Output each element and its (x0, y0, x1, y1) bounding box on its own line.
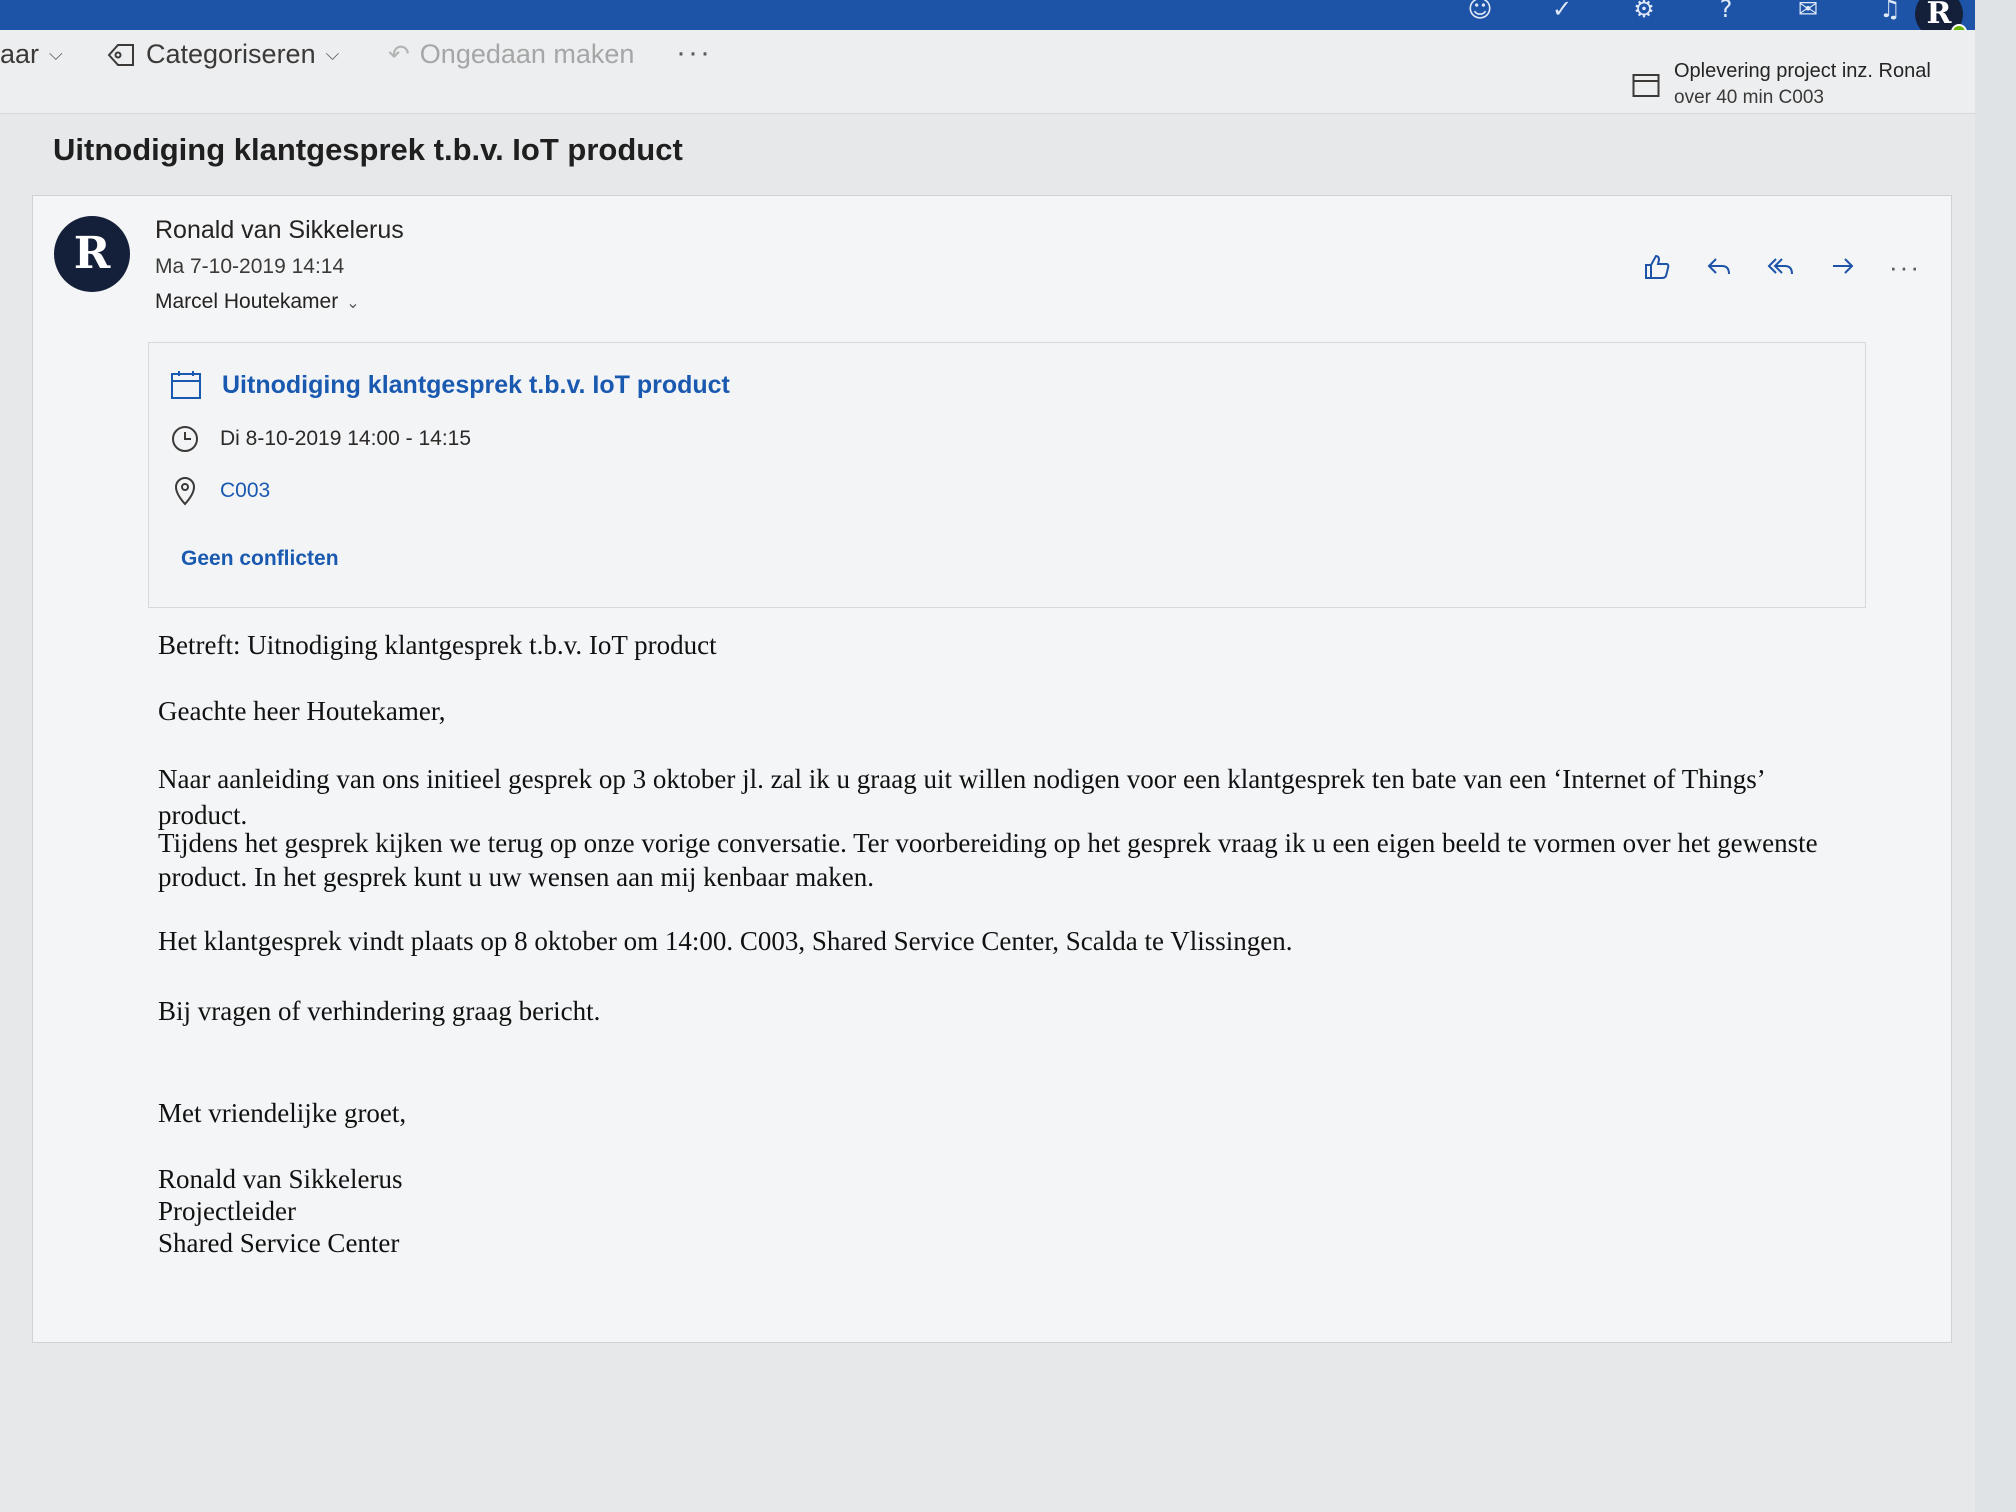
settings-icon[interactable]: ⚙ (1629, 0, 1659, 24)
like-icon[interactable] (1640, 250, 1674, 284)
signature-name: Ronald van Sikkelerus (158, 1164, 403, 1194)
reply-icon[interactable] (1702, 250, 1736, 284)
help-icon[interactable]: ? (1711, 0, 1741, 24)
sent-date: Ma 7-10-2019 14:14 (155, 255, 345, 278)
bell-icon[interactable]: ♫ (1875, 0, 1905, 24)
undo-button[interactable]: ↶ Ongedaan maken (388, 39, 634, 70)
header-icons: ☺ ✓ ⚙ ? ✉ ♫ (1465, 0, 1905, 24)
calendar-icon (1632, 74, 1660, 97)
sender-name[interactable]: Ronald van Sikkelerus (155, 216, 404, 245)
move-to-button[interactable]: aar ⌵ (0, 39, 63, 70)
body-paragraph: Bij vragen of verhindering graag bericht… (158, 996, 601, 1026)
move-to-label: aar (0, 39, 40, 69)
location-pin-icon (174, 477, 196, 506)
body-paragraph-line: product. (158, 800, 248, 830)
chevron-down-icon: ⌵ (49, 44, 63, 65)
calendar-icon (171, 371, 201, 399)
invite-title[interactable]: Uitnodiging klantgesprek t.b.v. IoT prod… (222, 371, 730, 400)
categorize-button[interactable]: Categoriseren ⌵ (106, 39, 339, 70)
upcoming-event-reminder[interactable]: Oplevering project inz. Ronal over 40 mi… (1632, 58, 1931, 110)
invite-conflicts[interactable]: Geen conflicten (181, 547, 339, 571)
more-icon[interactable]: ··· (1888, 250, 1922, 284)
invite-location[interactable]: C003 (220, 479, 270, 503)
expand-recipients-icon[interactable]: ⌄ (346, 293, 359, 312)
body-re-line: Betreft: Uitnodiging klantgesprek t.b.v.… (158, 630, 717, 660)
signature-org: Shared Service Center (158, 1228, 400, 1258)
recipients[interactable]: Marcel Houtekamer ⌄ (155, 290, 360, 314)
undo-icon: ↶ (388, 39, 410, 70)
body-paragraph-line: Tijdens het gesprek kijken we terug op o… (158, 828, 1818, 858)
todo-icon[interactable]: ✓ (1547, 0, 1577, 24)
body-paragraph-line: Naar aanleiding van ons initieel gesprek… (158, 764, 1766, 794)
command-bar: aar ⌵ Categoriseren ⌵ ↶ Ongedaan maken ·… (0, 30, 1975, 114)
forward-icon[interactable] (1826, 250, 1860, 284)
more-commands-button[interactable]: ··· (676, 36, 712, 70)
skype-icon[interactable]: ☺ (1465, 0, 1495, 24)
invite-location-row: C003 (170, 476, 270, 506)
app-header: ☺ ✓ ⚙ ? ✉ ♫ R (0, 0, 1975, 40)
megaphone-icon[interactable]: ✉ (1793, 0, 1823, 24)
message-actions: ··· (1640, 250, 1922, 284)
categorize-label: Categoriseren (146, 39, 316, 69)
chevron-down-icon: ⌵ (325, 44, 340, 65)
reminder-title: Oplevering project inz. Ronal (1674, 60, 1931, 82)
invite-time: Di 8-10-2019 14:00 - 14:15 (220, 427, 472, 450)
message-subject: Uitnodiging klantgesprek t.b.v. IoT prod… (53, 132, 683, 167)
reply-all-icon[interactable] (1764, 250, 1798, 284)
body-greeting: Geachte heer Houtekamer, (158, 696, 446, 726)
clock-icon (172, 426, 198, 452)
body-closing: Met vriendelijke groet, (158, 1098, 407, 1128)
body-paragraph: Het klantgesprek vindt plaats op 8 oktob… (158, 926, 1293, 956)
reminder-detail: over 40 min C003 (1674, 87, 1824, 108)
invite-time-row: Di 8-10-2019 14:00 - 14:15 (170, 424, 471, 454)
body-paragraph-line: product. In het gesprek kunt u uw wensen… (158, 862, 875, 892)
window-edge (1975, 0, 2016, 1512)
tag-icon (107, 43, 134, 66)
invite-title-row[interactable]: Uitnodiging klantgesprek t.b.v. IoT prod… (170, 370, 730, 400)
recipient-name: Marcel Houtekamer (155, 290, 339, 313)
signature-role: Projectleider (158, 1196, 296, 1226)
sender-avatar[interactable]: R (54, 216, 130, 292)
undo-label: Ongedaan maken (419, 39, 635, 69)
